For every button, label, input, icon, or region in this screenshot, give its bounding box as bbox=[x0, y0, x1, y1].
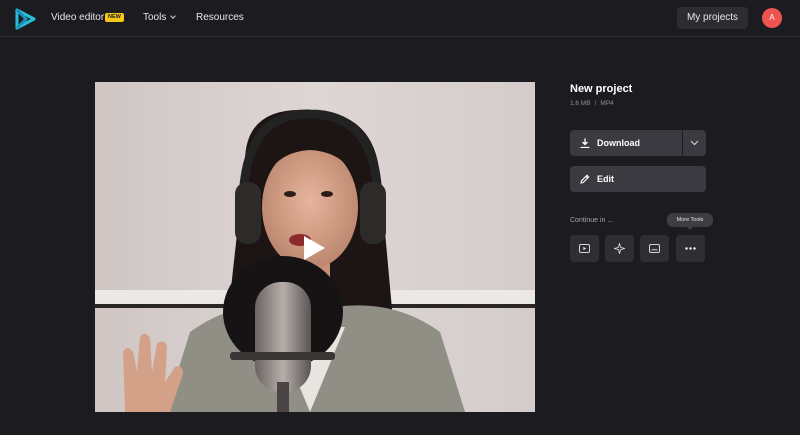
edit-button[interactable]: Edit bbox=[570, 166, 706, 192]
video-preview[interactable] bbox=[95, 82, 535, 412]
play-icon[interactable] bbox=[302, 235, 326, 261]
more-tools-tooltip: More Tools bbox=[667, 213, 713, 230]
download-button[interactable]: Download bbox=[570, 130, 682, 156]
top-header: Video editor NEW Tools Resources My proj… bbox=[0, 0, 800, 37]
continue-in-label: Continue in ... bbox=[570, 217, 614, 224]
logo-icon[interactable] bbox=[14, 8, 36, 30]
nav-resources[interactable]: Resources bbox=[196, 12, 244, 24]
nav-tools[interactable]: Tools bbox=[143, 12, 177, 24]
project-title: New project bbox=[570, 83, 633, 95]
tool-subtitles[interactable] bbox=[640, 235, 669, 262]
download-icon bbox=[580, 138, 590, 148]
my-projects-button[interactable]: My projects bbox=[677, 7, 748, 29]
tool-sparkle[interactable] bbox=[605, 235, 634, 262]
avatar[interactable]: A bbox=[762, 8, 782, 28]
new-badge: NEW bbox=[105, 13, 124, 22]
tool-more[interactable] bbox=[676, 235, 705, 262]
download-label: Download bbox=[597, 138, 640, 148]
more-dots-icon bbox=[685, 247, 696, 250]
tool-video-player[interactable] bbox=[570, 235, 599, 262]
pencil-icon bbox=[580, 174, 590, 184]
subtitles-icon bbox=[649, 244, 660, 253]
download-options-button[interactable] bbox=[683, 130, 706, 156]
nav-tools-label: Tools bbox=[143, 12, 167, 23]
file-size: 1.6 MB bbox=[570, 100, 591, 107]
chevron-down-icon bbox=[170, 13, 177, 19]
chevron-down-icon bbox=[690, 140, 699, 146]
video-player-icon bbox=[579, 244, 590, 253]
sparkle-icon bbox=[614, 243, 625, 254]
nav-video-editor[interactable]: Video editor bbox=[51, 12, 104, 24]
edit-label: Edit bbox=[597, 174, 614, 184]
project-meta: 1.6 MB / MP4 bbox=[570, 100, 618, 107]
meta-separator: / bbox=[594, 100, 597, 107]
file-format: MP4 bbox=[600, 100, 614, 107]
